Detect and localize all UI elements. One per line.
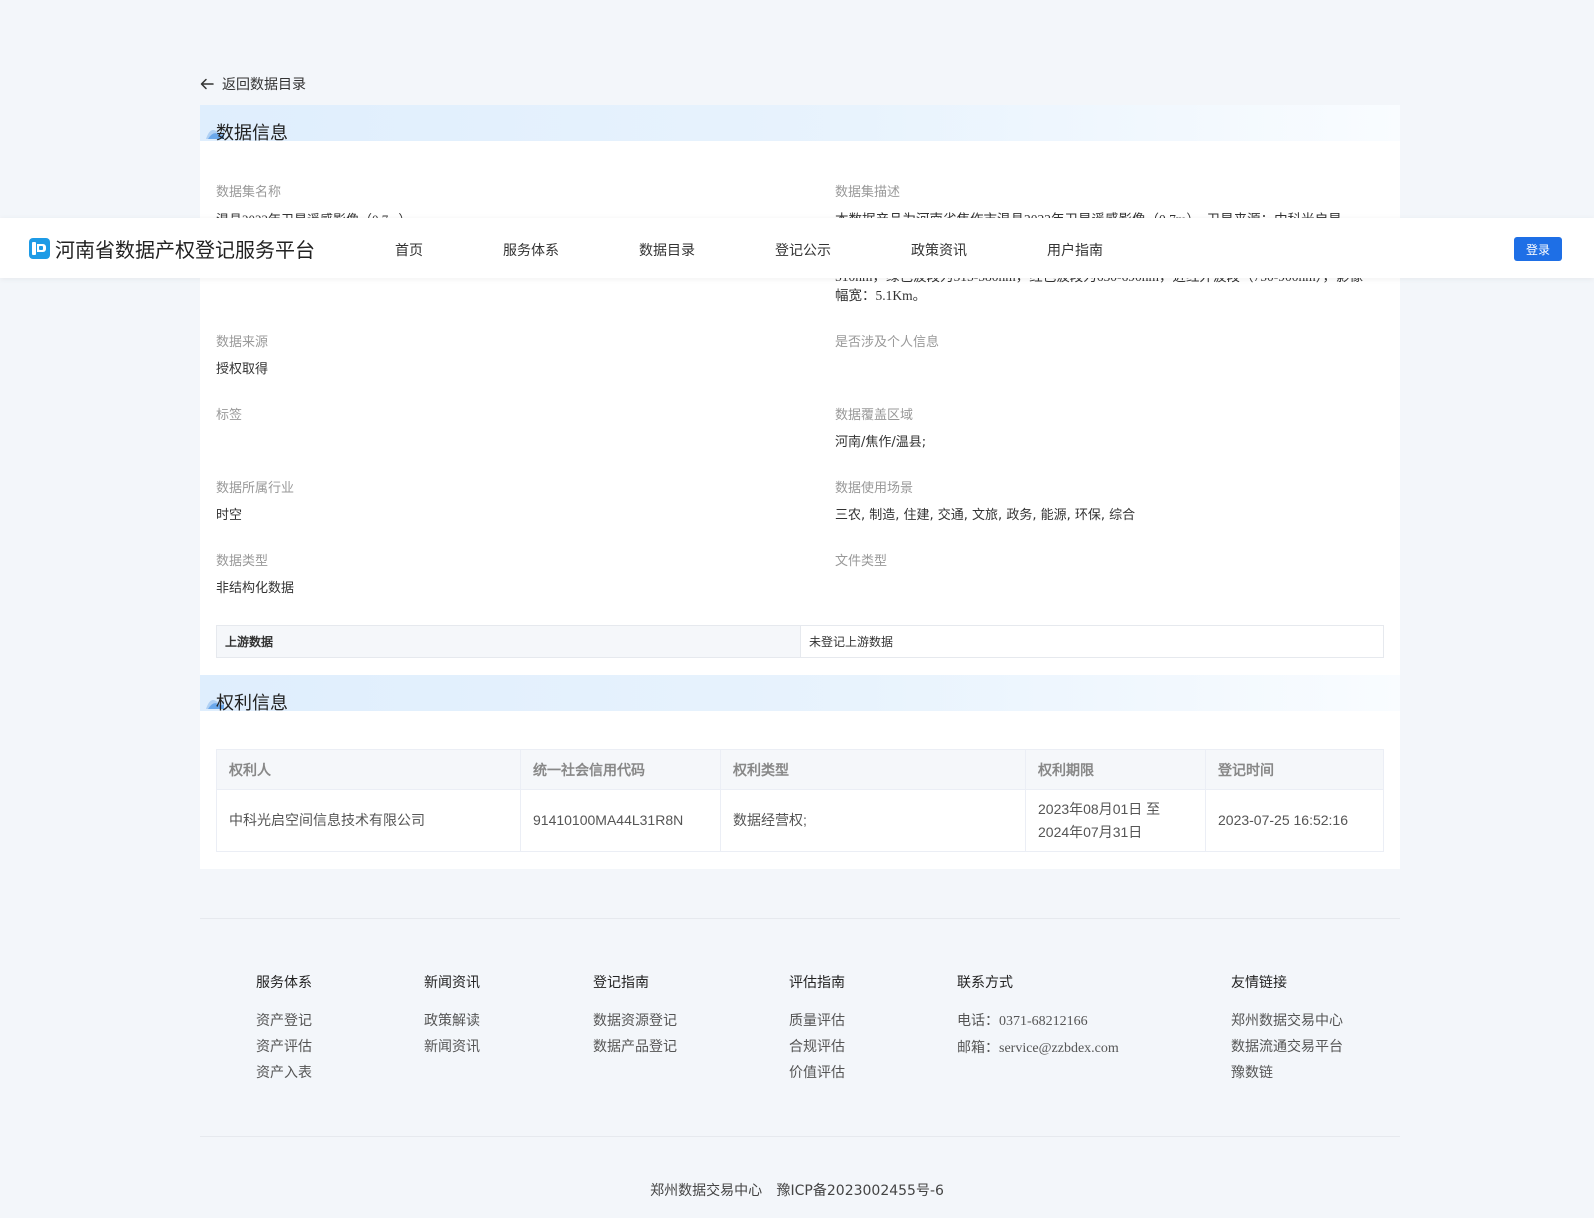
field-tags: 标签 [216, 404, 776, 433]
footer-heading: 联系方式 [957, 975, 1013, 991]
back-label: 返回数据目录 [222, 77, 306, 93]
footer-link[interactable]: 数据流通交易平台 [1231, 1034, 1343, 1060]
login-button[interactable]: 登录 [1514, 237, 1562, 261]
footer-heading: 登记指南 [593, 975, 649, 991]
cell-right-type: 数据经营权; [720, 789, 1026, 852]
platform-logo-icon [29, 238, 50, 259]
footer-col-friend-links: 友情链接 郑州数据交易中心 数据流通交易平台 豫数链 [1231, 972, 1343, 1086]
email-label: 邮箱： [957, 1040, 999, 1056]
rights-info-card: 权利信息 权利人 统一社会信用代码 权利类型 权利期限 登记时间 中科光启空间信… [200, 675, 1400, 869]
data-type-label: 数据类型 [216, 554, 269, 569]
col-credit-code: 统一社会信用代码 [520, 749, 721, 790]
footer-link[interactable]: 资产登记 [256, 1008, 312, 1034]
field-data-source: 数据来源 授权取得 [216, 331, 776, 379]
footer-col-news: 新闻资讯 政策解读 新闻资讯 [424, 972, 480, 1060]
footer-col-register-guide: 登记指南 数据资源登记 数据产品登记 [593, 972, 677, 1060]
nav-home[interactable]: 首页 [395, 240, 423, 260]
footer-link[interactable]: 价值评估 [789, 1060, 845, 1086]
usage-scene-label: 数据使用场景 [835, 481, 914, 496]
footer-link[interactable]: 郑州数据交易中心 [1231, 1008, 1343, 1034]
data-info-header: 数据信息 [200, 105, 1400, 144]
platform-brand: 河南省数据产权登记服务平台 [55, 238, 315, 262]
rights-info-title: 权利信息 [216, 693, 288, 714]
footer-link[interactable]: 合规评估 [789, 1034, 845, 1060]
file-type-label: 文件类型 [835, 554, 888, 569]
personal-info-label: 是否涉及个人信息 [835, 335, 940, 350]
nav-service-system[interactable]: 服务体系 [503, 240, 559, 260]
cell-term: 2023年08月01日 至 2024年07月31日 [1025, 789, 1206, 852]
footer-link[interactable]: 资产评估 [256, 1034, 312, 1060]
rights-table: 权利人 统一社会信用代码 权利类型 权利期限 登记时间 中科光启空间信息技术有限… [216, 749, 1384, 852]
tags-label: 标签 [216, 408, 243, 423]
contact-phone: 电话：0371-68212166 [957, 1008, 1119, 1035]
col-right-type: 权利类型 [720, 749, 1026, 790]
col-holder: 权利人 [216, 749, 521, 790]
top-nav-bar: 河南省数据产权登记服务平台 首页 服务体系 数据目录 登记公示 政策资讯 用户指… [0, 218, 1594, 278]
term-end: 2024年07月31日 [1038, 823, 1143, 840]
footer-link[interactable]: 质量评估 [789, 1008, 845, 1034]
industry-value: 时空 [216, 508, 243, 523]
icp-number[interactable]: 豫ICP备2023002455号-6 [777, 1183, 944, 1199]
upstream-data-value: 未登记上游数据 [809, 635, 894, 649]
field-file-type: 文件类型 [835, 550, 1385, 579]
field-usage-scene: 数据使用场景 三农, 制造, 住建, 交通, 文旅, 政务, 能源, 环保, 综… [835, 477, 1385, 525]
field-data-type: 数据类型 非结构化数据 [216, 550, 776, 598]
footer-heading: 服务体系 [256, 975, 312, 991]
table-header-row: 权利人 统一社会信用代码 权利类型 权利期限 登记时间 [216, 749, 1384, 790]
cell-register-time: 2023-07-25 16:52:16 [1205, 789, 1384, 852]
rights-info-header: 权利信息 [200, 675, 1400, 714]
table-row: 中科光启空间信息技术有限公司 91410100MA44L31R8N 数据经营权;… [216, 789, 1384, 852]
nav-user-guide[interactable]: 用户指南 [1047, 240, 1103, 260]
footer-copyright: 郑州数据交易中心 豫ICP备2023002455号-6 [0, 1180, 1594, 1200]
footer-divider-top [200, 918, 1400, 919]
coverage-region-value: 河南/焦作/温县; [835, 435, 927, 450]
col-term: 权利期限 [1025, 749, 1206, 790]
footer-col-service: 服务体系 资产登记 资产评估 资产入表 [256, 972, 312, 1086]
dataset-name-label: 数据集名称 [216, 185, 282, 200]
footer-link[interactable]: 豫数链 [1231, 1060, 1343, 1086]
arrow-left-icon [200, 78, 214, 90]
back-to-catalog-link[interactable]: 返回数据目录 [200, 74, 306, 94]
field-industry: 数据所属行业 时空 [216, 477, 776, 525]
cell-holder: 中科光启空间信息技术有限公司 [216, 789, 521, 852]
footer-col-contact: 联系方式 电话：0371-68212166 邮箱：service@zzbdex.… [957, 972, 1119, 1062]
footer-col-eval-guide: 评估指南 质量评估 合规评估 价值评估 [789, 972, 845, 1086]
data-type-value: 非结构化数据 [216, 581, 295, 596]
email-value[interactable]: service@zzbdex.com [999, 1041, 1119, 1056]
desc-line: 幅宽：5.1Km。 [835, 288, 927, 303]
cell-credit-code: 91410100MA44L31R8N [520, 789, 721, 852]
footer-heading: 评估指南 [789, 975, 845, 991]
nav-registration-notice[interactable]: 登记公示 [775, 240, 831, 260]
coverage-region-label: 数据覆盖区域 [835, 408, 914, 423]
footer-link[interactable]: 政策解读 [424, 1008, 480, 1034]
field-coverage-region: 数据覆盖区域 河南/焦作/温县; [835, 404, 1385, 452]
contact-email: 邮箱：service@zzbdex.com [957, 1035, 1119, 1062]
dataset-desc-label: 数据集描述 [835, 185, 901, 200]
industry-label: 数据所属行业 [216, 481, 295, 496]
nav-data-catalog[interactable]: 数据目录 [639, 240, 695, 260]
usage-scene-value: 三农, 制造, 住建, 交通, 文旅, 政务, 能源, 环保, 综合 [835, 508, 1136, 523]
footer-heading: 友情链接 [1231, 975, 1287, 991]
term-start: 2023年08月01日 至 [1038, 800, 1161, 817]
phone-value: 0371-68212166 [999, 1014, 1088, 1029]
upstream-data-row: 上游数据 未登记上游数据 [216, 625, 1384, 658]
footer-link[interactable]: 新闻资讯 [424, 1034, 480, 1060]
footer-link[interactable]: 资产入表 [256, 1060, 312, 1086]
col-register-time: 登记时间 [1205, 749, 1384, 790]
footer-link[interactable]: 数据资源登记 [593, 1008, 677, 1034]
data-info-card: 数据信息 数据集名称 温县2022年卫星遥感影像（0.7m） 数据集描述 本数据… [200, 105, 1400, 675]
copyright-org: 郑州数据交易中心 [650, 1183, 763, 1199]
nav-policy-news[interactable]: 政策资讯 [911, 240, 967, 260]
data-source-value: 授权取得 [216, 362, 269, 377]
data-source-label: 数据来源 [216, 335, 269, 350]
footer-link[interactable]: 数据产品登记 [593, 1034, 677, 1060]
upstream-data-label: 上游数据 [217, 626, 801, 657]
data-info-title: 数据信息 [216, 123, 288, 144]
footer-heading: 新闻资讯 [424, 975, 480, 991]
field-personal-info: 是否涉及个人信息 [835, 331, 1385, 360]
footer-divider-bottom [200, 1136, 1400, 1137]
phone-label: 电话： [957, 1013, 999, 1029]
